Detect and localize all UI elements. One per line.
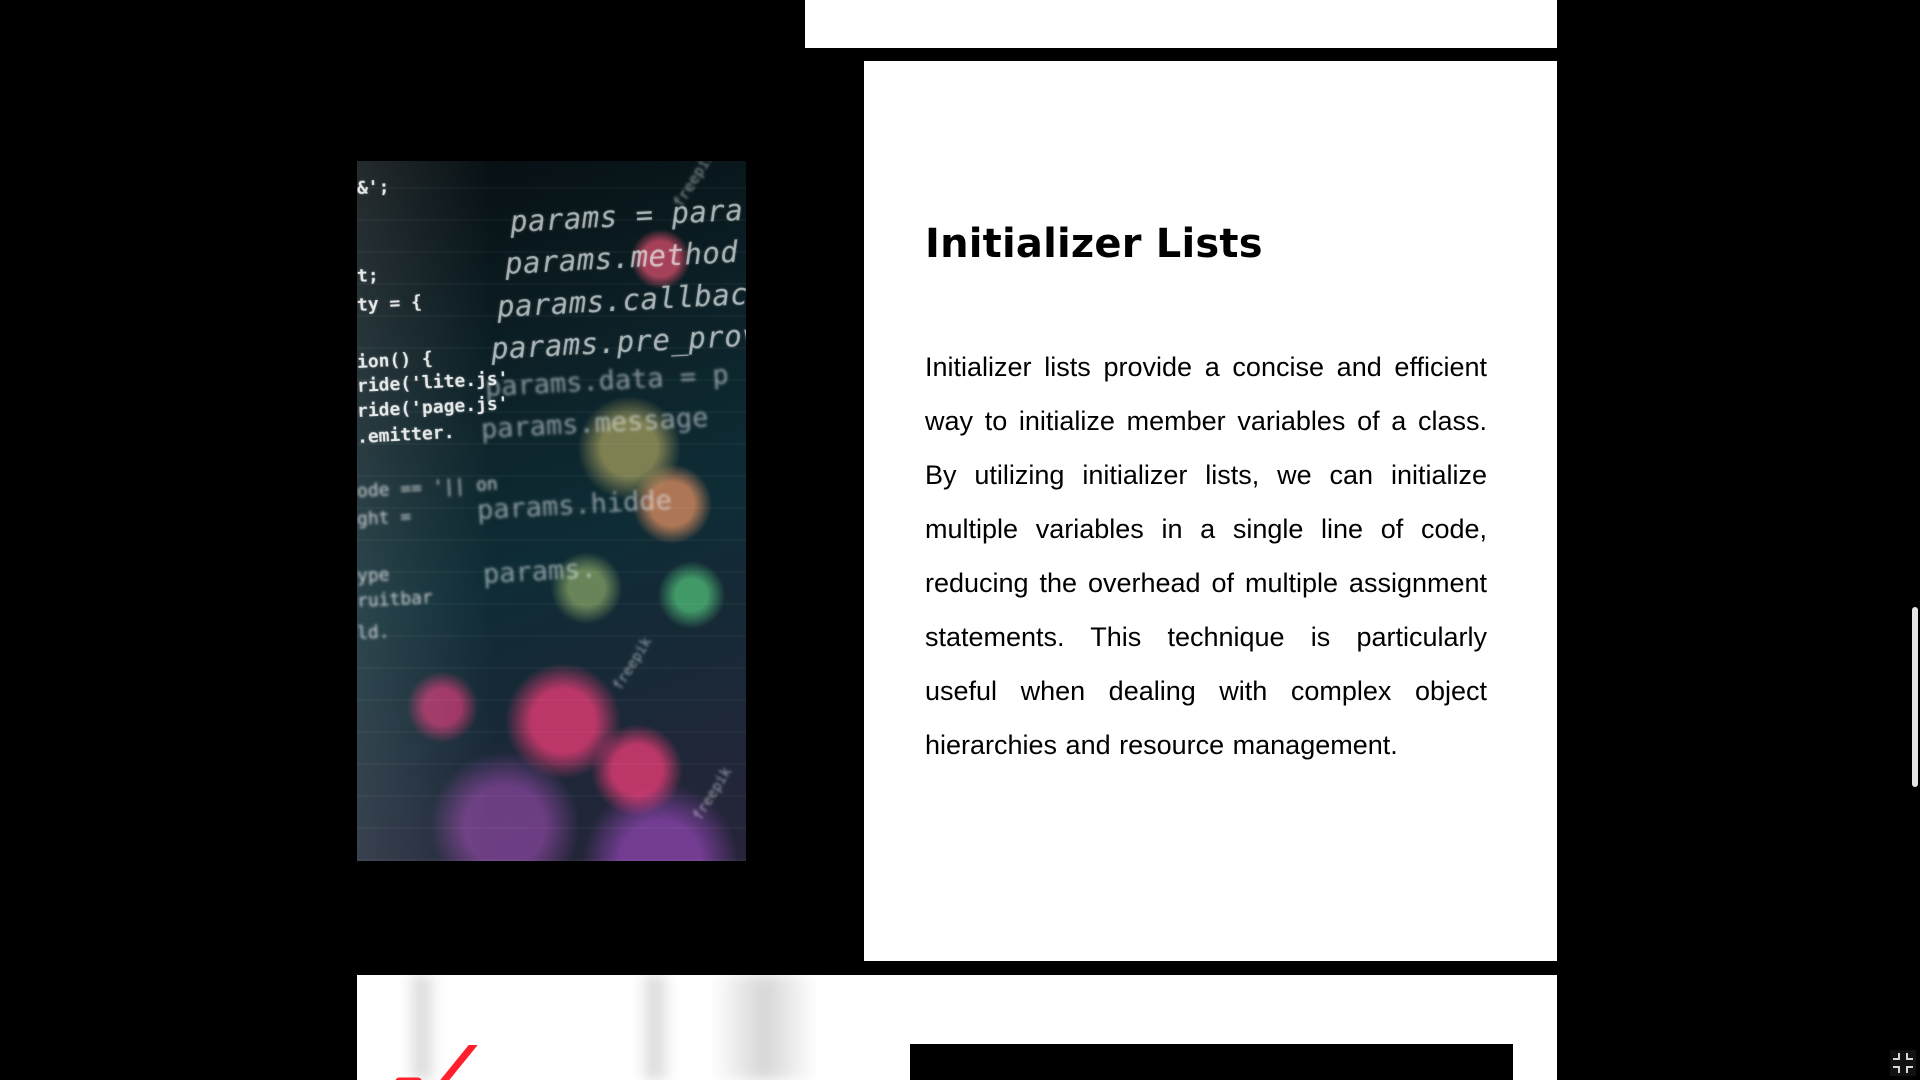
code-line: params.callbac [496, 276, 746, 324]
code-line: params. [482, 553, 598, 590]
code-line: params.message [480, 402, 710, 445]
blurred-background-shape [712, 975, 817, 1080]
fullscreen-exit-icon [1893, 1053, 1913, 1073]
code-line: params.pre_prov [490, 317, 746, 366]
vertical-scrollbar[interactable] [1911, 0, 1920, 1080]
code-line: ght = [357, 506, 412, 530]
slide-title: Initializer Lists [925, 221, 1263, 267]
code-line: ype [357, 564, 391, 587]
presentation-viewport: params = para params.method params.callb… [0, 0, 1920, 1080]
code-line: ion() { [357, 348, 434, 373]
code-line: params.data = p [484, 359, 730, 403]
scrollbar-thumb[interactable] [1912, 607, 1918, 787]
code-line: ty = { [357, 291, 423, 316]
code-line: t; [357, 264, 380, 287]
initializer-lists-slide: params = para params.method params.callb… [357, 61, 1557, 961]
next-slide-preview [357, 975, 1557, 1080]
fullscreen-exit-button[interactable] [1890, 1050, 1916, 1076]
code-line: params.method [504, 234, 740, 281]
blurred-background-shape [637, 975, 673, 1080]
previous-slide-edge [805, 0, 1557, 48]
code-line: params = para [509, 192, 745, 239]
watermark-text: freepik [610, 634, 656, 694]
check-mark-icon [395, 1045, 478, 1080]
code-photo: params = para params.method params.callb… [357, 161, 746, 861]
code-line: ruitbar [357, 587, 434, 612]
slide-paragraph: Initializer lists provide a concise and … [925, 352, 1487, 760]
next-slide-black-panel [910, 1044, 1513, 1080]
watermark-text: freepik [690, 764, 736, 824]
code-line: .emitter. [357, 421, 455, 448]
code-line: params.hidde [476, 484, 673, 526]
slide-text-card: Initializer Lists Initializer lists prov… [864, 61, 1557, 961]
code-line: &'; [357, 176, 391, 199]
code-line: ld. [357, 621, 391, 644]
